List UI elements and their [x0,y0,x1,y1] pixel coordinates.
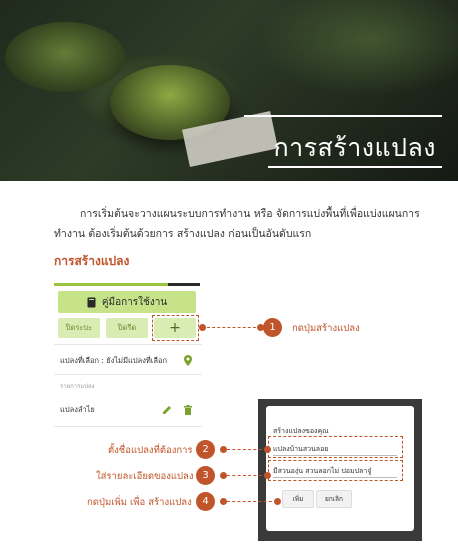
dialog-confirm-button[interactable]: เพิ่ม [282,490,314,508]
hero-banner: การสร้างแปลง [0,0,458,181]
callout-dot [220,498,227,505]
callout-number-4: 4 [196,492,215,511]
app-top-bar-accent [168,283,200,286]
title-bottom-rule [268,166,442,168]
left-action-button[interactable]: ปิดระบะ [58,318,100,338]
delete-icon[interactable] [184,405,192,415]
highlight-name-field [268,436,403,458]
manual-button-label: คู่มือการใช้งาน [101,296,168,308]
middle-action-button[interactable]: ปิดรีด [106,318,148,338]
callout-text-4: กดปุ่มเพิ่ม เพื่อ สร้างแปลง [87,497,192,508]
section-title: การสร้างแปลง [54,254,130,268]
callout-dot [199,324,206,331]
plot-list-heading: รายการแปลง [60,383,95,390]
divider [54,426,202,427]
dialog-cancel-button[interactable]: ยกเลิก [316,490,352,508]
manual-button[interactable]: คู่มือการใช้งาน [58,291,196,313]
callout-dot [274,498,281,505]
callout-dot [220,446,227,453]
callout-number-3: 3 [196,466,215,485]
divider [54,344,202,345]
callout-text-3: ใส่รายละเอียดของแปลง [96,471,194,482]
location-pin-icon [184,355,192,366]
plot-item-name[interactable]: แปลงลำไย [60,404,95,416]
callout-number-1: 1 [263,318,282,337]
edit-icon[interactable] [162,405,172,415]
callout-number-2: 2 [196,440,215,459]
intro-line-1: การเริ่มต้นจะวางแผนระบบการทำงาน หรือ จัด… [80,208,420,220]
callout-text-1: กดปุ่มสร้างแปลง [292,323,360,334]
selected-plot-text: แปลงที่เลือก : ยังไม่มีแปลงที่เลือก [60,356,168,365]
callout-connector [227,501,277,502]
book-icon [87,297,96,308]
callout-connector [227,449,267,450]
callout-dot [220,472,227,479]
highlight-detail-field [268,460,403,481]
callout-connector [207,327,261,328]
page-title: การสร้างแปลง [273,133,436,162]
callout-text-2: ตั้งชื่อแปลงที่ต้องการ [108,445,193,456]
intro-line-2: ทำงาน ต้องเริ่มต้นด้วยการ สร้างแปลง ก่อน… [54,228,312,240]
tea-bowl-image [5,22,125,92]
highlight-add-button [152,315,199,341]
divider [54,374,202,375]
title-top-rule [244,115,442,117]
callout-connector [227,475,267,476]
